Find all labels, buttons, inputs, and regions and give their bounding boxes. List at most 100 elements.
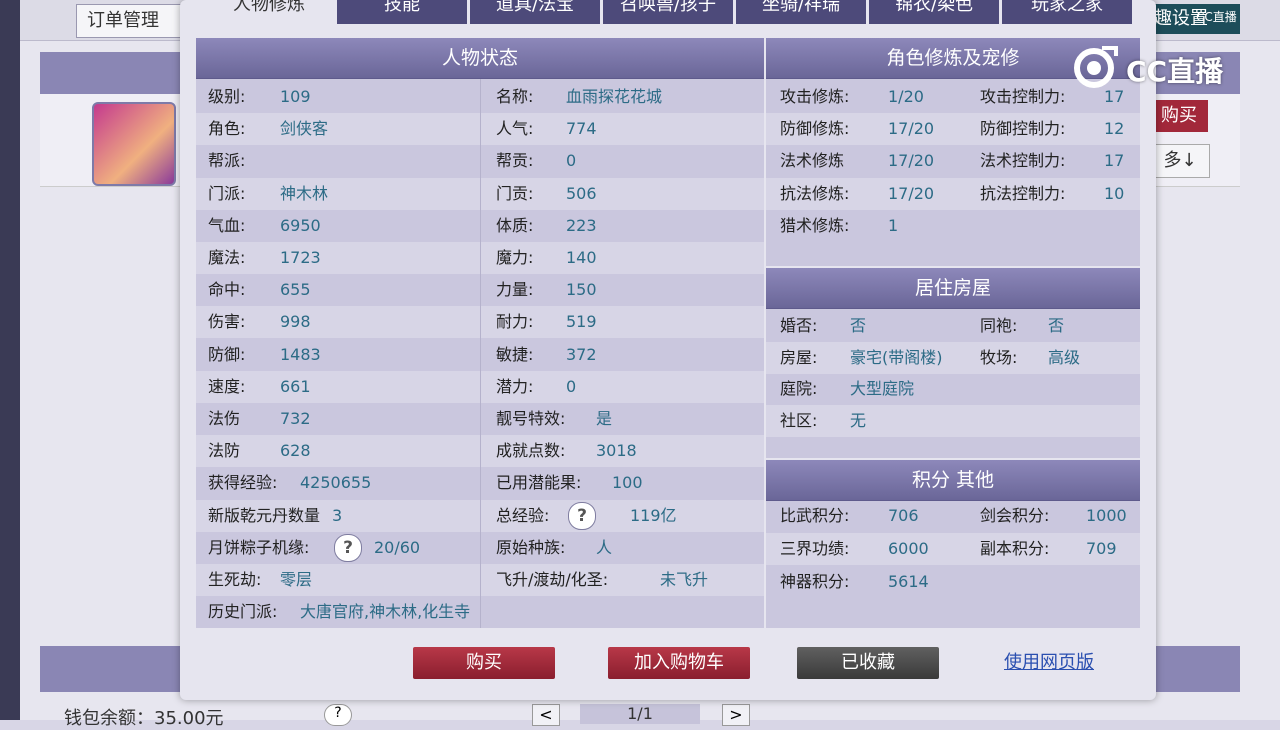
cultivation-label: 攻击控制力: bbox=[980, 87, 1066, 106]
listing-more-button[interactable]: 多↓ bbox=[1150, 144, 1210, 178]
status-left-label: 法防 bbox=[208, 441, 241, 461]
status-left-label: 命中: bbox=[208, 280, 246, 300]
pager-prev-button[interactable]: < bbox=[532, 704, 560, 726]
tab-outfits[interactable]: 锦衣/染色 bbox=[869, 0, 999, 24]
housing-label: 社区: bbox=[780, 410, 818, 430]
score-panel-title: 积分 其他 bbox=[766, 460, 1140, 501]
status-right-label: 耐力: bbox=[496, 312, 534, 332]
order-management-button[interactable]: 订单管理 bbox=[76, 4, 188, 38]
listing-buy-button[interactable]: 购买 bbox=[1150, 100, 1208, 132]
character-avatar bbox=[92, 102, 176, 186]
status-left-label: 速度: bbox=[208, 376, 246, 396]
pager-next-button[interactable]: > bbox=[722, 704, 750, 726]
cultivation-value: 17 bbox=[1104, 151, 1125, 171]
cultivation-row: 抗法修炼: 17/20 抗法控制力: 10 bbox=[766, 177, 1140, 210]
status-right-value: 774 bbox=[566, 119, 597, 139]
favorited-button[interactable]: 已收藏 bbox=[797, 647, 939, 679]
cultivation-label: 攻击修炼: bbox=[780, 87, 850, 106]
housing-label: 庭院: bbox=[780, 379, 818, 398]
status-right-label: 已用潜能果: bbox=[496, 473, 582, 493]
character-detail-modal: 人物修炼 技能 道具/法宝 召唤兽/孩子 坐骑/祥瑞 锦衣/染色 玩家之家 人物… bbox=[180, 0, 1156, 700]
housing-label: 房屋: bbox=[780, 347, 818, 367]
housing-row: 社区: 无 bbox=[766, 404, 1140, 437]
status-right-label: 体质: bbox=[496, 215, 534, 235]
cultivation-label: 法术修炼 bbox=[780, 151, 845, 171]
cultivation-label: 抗法控制力: bbox=[980, 183, 1066, 203]
status-left-label: 伤害: bbox=[208, 312, 246, 332]
corner-watermark-text: CC直播 bbox=[1196, 10, 1237, 24]
status-left-value: 大唐官府,神木林,化生寺 bbox=[300, 602, 471, 622]
buy-button[interactable]: 购买 bbox=[413, 647, 555, 679]
cultivation-row: 猎术修炼: 1 bbox=[766, 210, 1140, 242]
cultivation-value: 1 bbox=[888, 215, 899, 235]
status-left-label: 门派: bbox=[208, 183, 246, 203]
status-left-label: 帮派: bbox=[208, 151, 246, 171]
tab-mounts[interactable]: 坐骑/祥瑞 bbox=[736, 0, 866, 24]
status-right-label: 敏捷: bbox=[496, 344, 534, 364]
status-right-value: 0 bbox=[566, 151, 577, 171]
housing-value: 否 bbox=[1048, 316, 1065, 335]
cultivation-label: 法术控制力: bbox=[980, 151, 1066, 171]
housing-value: 豪宅(带阁楼) bbox=[850, 347, 943, 367]
cultivation-row: 法术修炼 17/20 法术控制力: 17 bbox=[766, 145, 1140, 177]
housing-panel: 居住房屋 婚否: 否 同袍: 否房屋: 豪宅(带阁楼) 牧场: 高级 庭院: 大型庭院 社区: 无 bbox=[766, 268, 1140, 458]
score-panel: 积分 其他 比武积分: 706 剑会积分: 1000 三界功绩: 6000 副本积分: 709… bbox=[766, 460, 1140, 628]
status-right-value: 519 bbox=[566, 312, 597, 332]
cultivation-value: 1/20 bbox=[888, 87, 924, 106]
status-left-value: 732 bbox=[280, 409, 311, 428]
housing-value: 大型庭院 bbox=[850, 379, 915, 398]
cultivation-label: 防御修炼: bbox=[780, 119, 850, 139]
add-to-cart-button[interactable]: 加入购物车 bbox=[608, 647, 750, 679]
status-left-value: 109 bbox=[280, 87, 311, 106]
tab-character[interactable]: 人物修炼 bbox=[204, 0, 334, 24]
status-left-label: 魔法: bbox=[208, 248, 246, 267]
status-right-label: 名称: bbox=[496, 87, 534, 106]
status-right-value: 0 bbox=[566, 376, 577, 396]
status-left-label: 月饼粽子机缘: bbox=[208, 537, 310, 557]
score-value: 6000 bbox=[888, 539, 929, 558]
status-left-value: 3 bbox=[332, 505, 343, 525]
tab-player-home[interactable]: 玩家之家 bbox=[1002, 0, 1132, 24]
status-right-label: 靓号特效: bbox=[496, 409, 566, 428]
status-right-value: 119亿 bbox=[630, 505, 677, 525]
status-left-value: 20/60 bbox=[374, 537, 421, 557]
housing-label: 同袍: bbox=[980, 316, 1018, 335]
status-column-divider bbox=[480, 79, 481, 628]
score-label: 三界功绩: bbox=[780, 539, 850, 558]
tab-pets[interactable]: 召唤兽/孩子 bbox=[603, 0, 733, 24]
score-label: 神器积分: bbox=[780, 572, 850, 591]
status-left-label: 获得经验: bbox=[208, 473, 278, 493]
status-left-label: 新版乾元丹数量 bbox=[208, 505, 321, 525]
status-left-value: 1483 bbox=[280, 344, 321, 364]
score-value: 1000 bbox=[1086, 506, 1127, 525]
housing-value: 无 bbox=[850, 410, 867, 430]
watermark-text: CC直播 bbox=[1126, 55, 1224, 88]
wallet-help-icon[interactable]: ? bbox=[324, 704, 352, 726]
status-left-label: 历史门派: bbox=[208, 602, 278, 622]
help-icon[interactable]: ? bbox=[334, 533, 362, 562]
tab-items[interactable]: 道具/法宝 bbox=[470, 0, 600, 24]
housing-row: 婚否: 否 同袍: 否 bbox=[766, 310, 1140, 342]
housing-value: 否 bbox=[850, 316, 867, 335]
status-right-label: 力量: bbox=[496, 280, 534, 300]
status-right-value: 100 bbox=[612, 473, 643, 493]
status-left-label: 级别: bbox=[208, 87, 246, 106]
status-right-value: 人 bbox=[596, 537, 613, 557]
housing-value: 高级 bbox=[1048, 347, 1081, 367]
status-right-value: 是 bbox=[596, 409, 613, 428]
score-row: 比武积分: 706 剑会积分: 1000 bbox=[766, 500, 1140, 532]
status-panel-title: 人物状态 bbox=[196, 38, 764, 79]
help-icon[interactable]: ? bbox=[568, 501, 596, 530]
housing-label: 牧场: bbox=[980, 347, 1018, 367]
cultivation-label: 抗法修炼: bbox=[780, 183, 850, 203]
cultivation-value: 12 bbox=[1104, 119, 1125, 139]
cultivation-label: 防御控制力: bbox=[980, 119, 1066, 139]
status-right-label: 门贡: bbox=[496, 183, 534, 203]
status-right-label: 成就点数: bbox=[496, 441, 566, 461]
left-game-bar bbox=[0, 0, 20, 720]
web-version-link[interactable]: 使用网页版 bbox=[1004, 650, 1094, 676]
score-row: 神器积分: 5614 bbox=[766, 566, 1140, 598]
tab-skills[interactable]: 技能 bbox=[337, 0, 467, 24]
status-left-value: 神木林 bbox=[280, 183, 329, 203]
cultivation-value: 10 bbox=[1104, 183, 1125, 203]
